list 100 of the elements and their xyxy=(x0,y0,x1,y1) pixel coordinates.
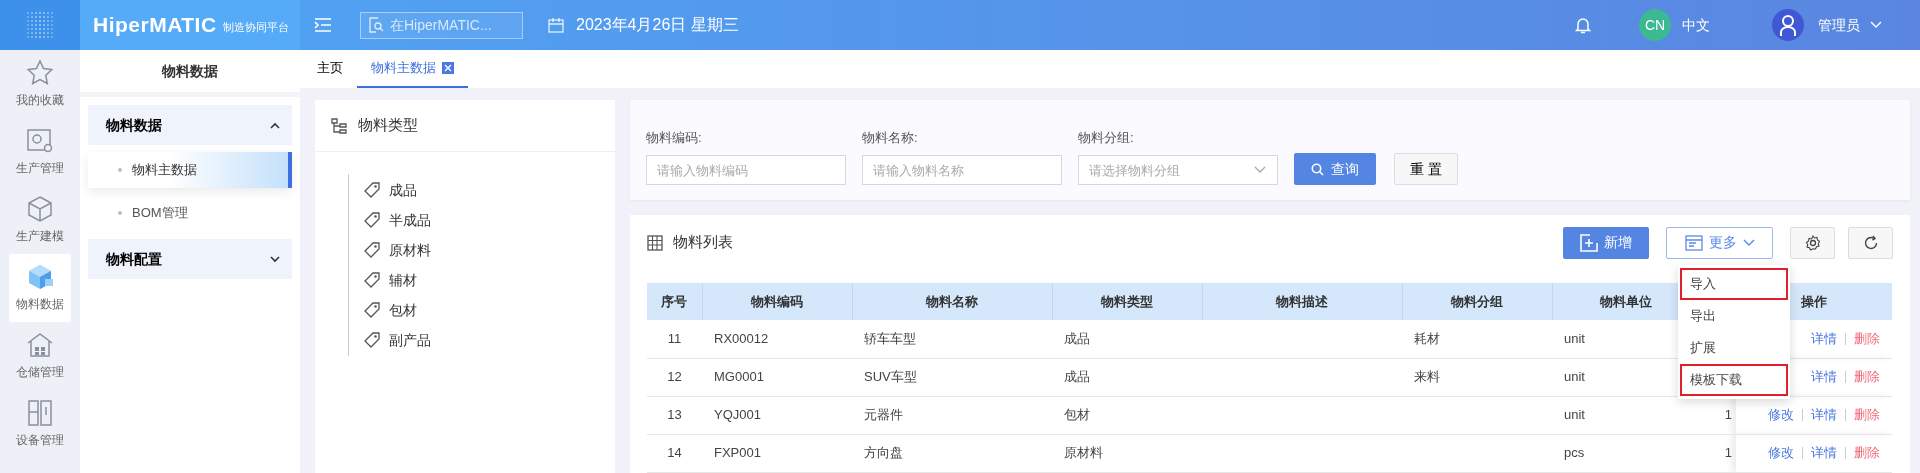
tree-item[interactable]: 原材料 xyxy=(364,234,615,266)
table-cell: 13 xyxy=(667,407,682,423)
delete-link[interactable]: 删除 xyxy=(1854,329,1880,349)
rail-label: 生产管理 xyxy=(16,160,64,177)
menu-group[interactable]: 物料配置 xyxy=(88,239,292,279)
tag-icon xyxy=(364,302,380,318)
rail-item[interactable]: 生产管理 xyxy=(9,118,71,186)
tree-item[interactable]: 辅材 xyxy=(364,264,615,296)
rail-label: 生产建模 xyxy=(16,228,64,245)
edit-link[interactable]: 修改 xyxy=(1768,405,1794,425)
table-cell: 1 xyxy=(1724,407,1732,423)
rail-item[interactable]: 设备管理 xyxy=(9,390,71,458)
rail-label: 设备管理 xyxy=(16,432,64,449)
table-cell: 1 xyxy=(1724,445,1732,461)
column-header: 物料名称 xyxy=(852,283,1052,320)
rail-item[interactable]: 我的收藏 xyxy=(9,50,71,118)
field-label: 物料编码: xyxy=(646,128,703,147)
tab[interactable]: 物料主数据 xyxy=(357,50,468,88)
select-field[interactable]: 请选择物料分组 xyxy=(1078,155,1278,185)
delete-link[interactable]: 删除 xyxy=(1854,367,1880,387)
delete-link[interactable]: 删除 xyxy=(1854,405,1880,425)
input-field[interactable]: 请输入物料名称 xyxy=(862,155,1062,185)
table-cell: 11 xyxy=(667,331,682,346)
rail-label: 仓储管理 xyxy=(16,364,64,381)
input-field[interactable]: 请输入物料编码 xyxy=(646,155,846,185)
bullet-icon xyxy=(118,211,122,215)
table-cell: 原材料 xyxy=(1064,445,1103,461)
search-button[interactable]: 查询 xyxy=(1294,153,1376,185)
reset-button[interactable]: 重 置 xyxy=(1394,153,1458,185)
rail-item[interactable]: 仓储管理 xyxy=(9,322,71,390)
menu-item[interactable]: 扩展 xyxy=(1680,332,1788,364)
tab[interactable]: 主页 xyxy=(303,50,357,88)
language-label[interactable]: 中文 xyxy=(1682,14,1710,36)
menu-item[interactable]: 模板下载 xyxy=(1680,364,1788,396)
tag-icon xyxy=(364,332,380,348)
brand-name: HiperMATIC xyxy=(93,12,217,39)
column-header: 物料类型 xyxy=(1052,283,1202,320)
details-link[interactable]: 详情 xyxy=(1811,443,1837,463)
column-header: 序号 xyxy=(647,283,702,320)
tree-item[interactable]: 成品 xyxy=(364,174,615,206)
panel-title: 物料类型 xyxy=(358,115,418,136)
edit-link[interactable]: 修改 xyxy=(1768,443,1794,463)
table-cell: unit xyxy=(1564,331,1585,346)
panel-title: 物料列表 xyxy=(673,232,733,253)
settings-icon xyxy=(1804,234,1821,251)
details-link[interactable]: 详情 xyxy=(1811,329,1837,349)
field-label: 物料分组: xyxy=(1078,128,1135,147)
date-text: 2023年4月26日 星期三 xyxy=(576,15,739,35)
table-cell: unit xyxy=(1564,369,1585,385)
settings-button[interactable] xyxy=(1790,226,1835,259)
menu-icon[interactable] xyxy=(314,17,332,33)
tag-icon xyxy=(364,212,380,228)
tree-icon xyxy=(330,116,348,135)
close-icon[interactable] xyxy=(442,62,454,74)
table-cell: MG0001 xyxy=(714,369,764,385)
table-cell: 成品 xyxy=(1064,369,1090,385)
table-cell: 包材 xyxy=(1064,407,1090,423)
add-button[interactable]: 新增 xyxy=(1563,226,1649,259)
search-field[interactable]: 在HiperMATIC... xyxy=(360,11,523,39)
chevron-up-icon xyxy=(270,121,280,129)
table-cell: 14 xyxy=(667,445,682,461)
rail-label: 我的收藏 xyxy=(16,92,64,109)
chevron-down-icon xyxy=(1742,238,1755,247)
grid-logo-icon xyxy=(25,10,55,40)
table-cell: 来料 xyxy=(1414,369,1440,385)
refresh-icon xyxy=(1862,234,1879,251)
tag-icon xyxy=(364,242,380,258)
details-link[interactable]: 详情 xyxy=(1811,367,1837,387)
search-icon xyxy=(1311,162,1324,176)
rail-label: 物料数据 xyxy=(16,296,64,313)
delete-link[interactable]: 删除 xyxy=(1854,443,1880,463)
tree-item[interactable]: 副产品 xyxy=(364,324,615,356)
user-name[interactable]: 管理员 xyxy=(1818,14,1860,36)
refresh-button[interactable] xyxy=(1848,226,1893,259)
table-cell: 耗材 xyxy=(1414,331,1440,346)
table-cell: FXP001 xyxy=(714,445,761,461)
chevron-down-icon[interactable] xyxy=(1870,21,1882,29)
menu-item[interactable]: BOM管理 xyxy=(88,195,292,231)
avatar[interactable] xyxy=(1772,9,1804,41)
chevron-down-icon xyxy=(270,255,280,263)
menu-item[interactable]: 物料主数据 xyxy=(88,152,292,188)
add-icon xyxy=(1580,233,1598,252)
details-link[interactable]: 详情 xyxy=(1811,405,1837,425)
column-header: 物料描述 xyxy=(1202,283,1402,320)
search-icon xyxy=(369,17,384,33)
table-cell: pcs xyxy=(1564,445,1585,461)
table-cell: unit xyxy=(1564,407,1585,423)
tree-item[interactable]: 包材 xyxy=(364,294,615,326)
notification-icon[interactable] xyxy=(1575,16,1591,34)
rail-item[interactable]: 物料数据 xyxy=(9,254,71,322)
tree-item[interactable]: 半成品 xyxy=(364,204,615,236)
rail-item[interactable]: 生产建模 xyxy=(9,186,71,254)
menu-group[interactable]: 物料数据 xyxy=(88,105,292,145)
form-icon xyxy=(1684,234,1703,251)
column-header: 物料分组 xyxy=(1402,283,1552,320)
cabinet-icon xyxy=(26,399,54,427)
table-cell: YQJ001 xyxy=(714,407,761,423)
more-button[interactable]: 更多 xyxy=(1666,226,1773,259)
brand-subtitle: 制造协同平台 xyxy=(222,19,289,35)
bullet-icon xyxy=(118,168,122,172)
